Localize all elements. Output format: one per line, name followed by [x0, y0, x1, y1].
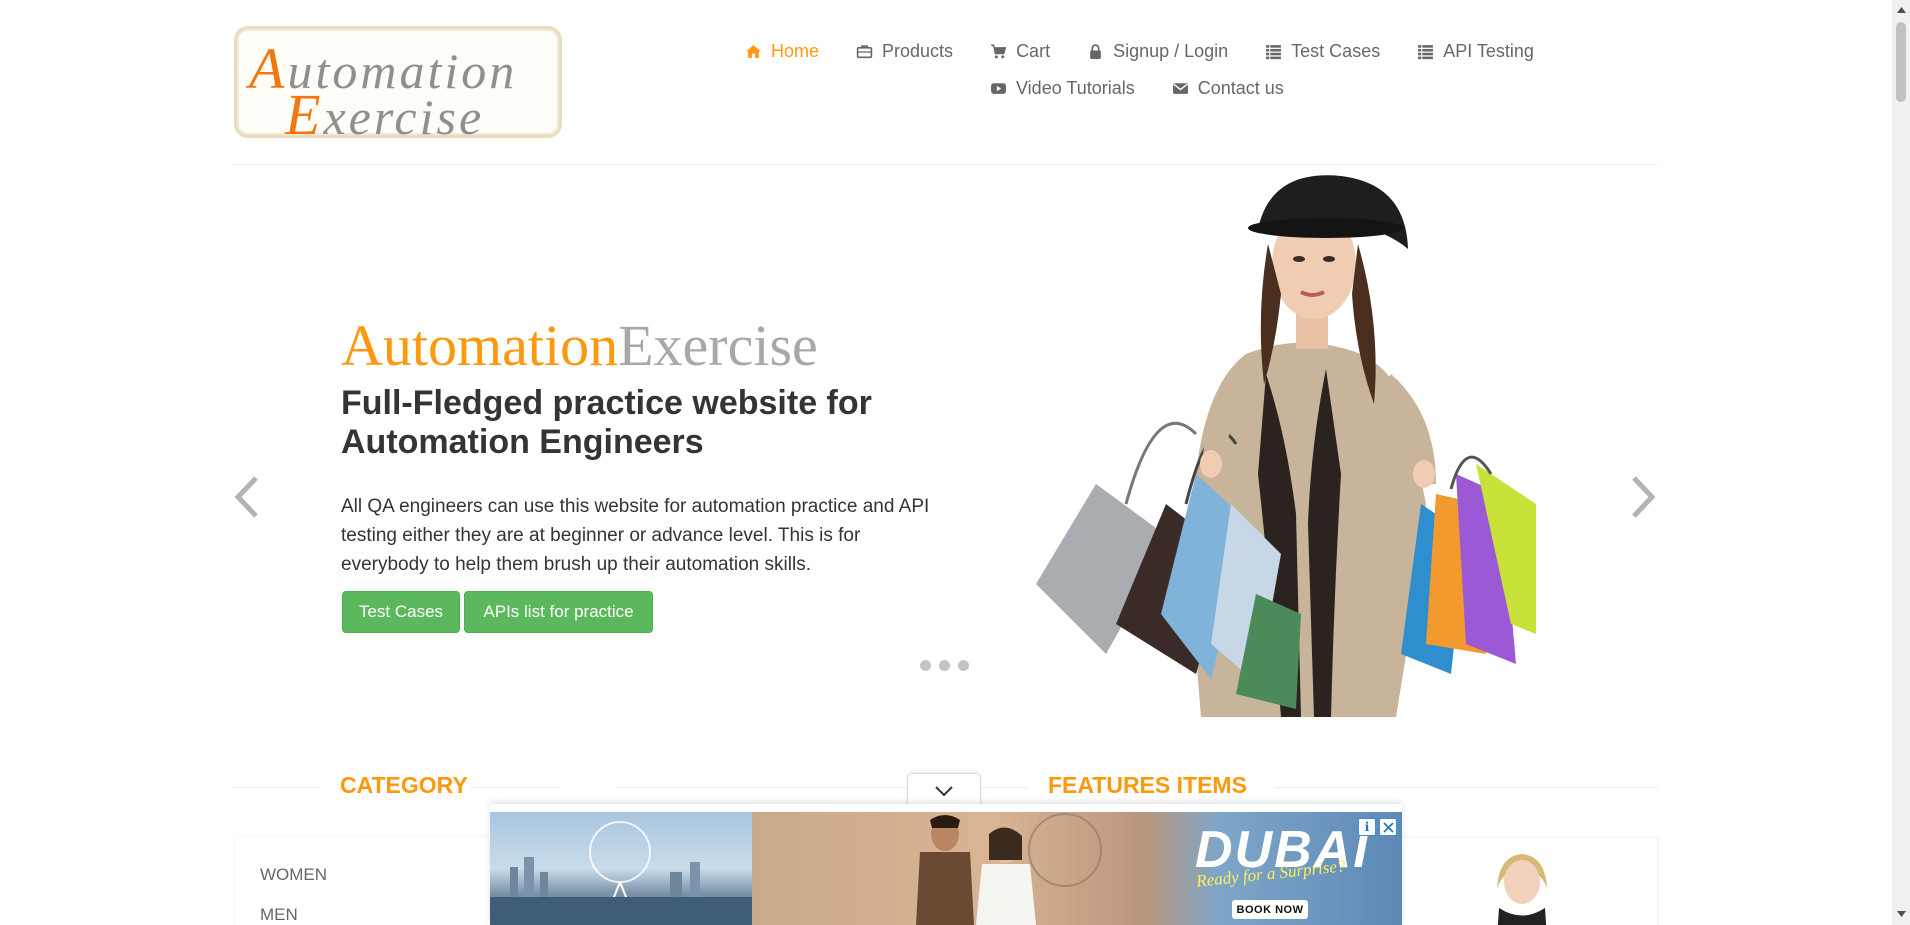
hero-title-part1: Automation [341, 313, 619, 378]
home-icon [745, 43, 762, 60]
header-divider [234, 164, 1658, 165]
lock-icon [1087, 43, 1104, 60]
ad-couple-image [916, 813, 1102, 925]
nav-item-contact-us[interactable]: Contact us [1172, 78, 1284, 99]
nav-label-contact-us: Contact us [1197, 77, 1284, 98]
nav-item-test-cases[interactable]: Test Cases [1265, 41, 1380, 62]
nav-item-signup-login[interactable]: Signup / Login [1087, 41, 1228, 62]
hero-title: AutomationExercise [341, 312, 818, 379]
caret-up-icon [1896, 7, 1906, 13]
slider-dot-2[interactable] [939, 660, 950, 671]
ad-city-image [490, 812, 752, 925]
site-logo[interactable]: Automation Exercise [234, 26, 562, 147]
ad-book-now-button[interactable]: BOOK NOW [1232, 900, 1308, 919]
briefcase-icon [856, 43, 873, 60]
nav-row-2: Video Tutorials Contact us [990, 75, 1520, 101]
hero-title-part2: Exercise [618, 313, 818, 378]
page-scrollbar[interactable] [1892, 0, 1910, 925]
nav-label-signup-login: Signup / Login [1113, 40, 1229, 61]
list-icon [1417, 43, 1434, 60]
scroll-thumb[interactable] [1896, 22, 1906, 102]
list-icon [1265, 43, 1282, 60]
ad-info-icon[interactable]: i [1358, 818, 1376, 836]
ad-banner-container: DUBAI Ready for a Surprise? BOOK NOW i [490, 804, 1402, 925]
features-items-title: FEATURES ITEMS [1048, 772, 1247, 798]
nav-item-cart[interactable]: Cart [990, 41, 1050, 62]
ad-collapse-button[interactable] [907, 773, 981, 807]
category-item-women[interactable]: WOMEN [260, 865, 327, 885]
apis-list-button[interactable]: APIs list for practice [464, 591, 653, 633]
youtube-icon [990, 80, 1007, 97]
nav-item-video-tutorials[interactable]: Video Tutorials [990, 78, 1135, 99]
cart-icon [990, 43, 1007, 60]
slider-prev-button[interactable] [232, 472, 262, 522]
nav-label-home: Home [771, 40, 820, 61]
feature-product-card[interactable] [1395, 836, 1659, 925]
category-title: CATEGORY [340, 772, 468, 798]
page: Automation Exercise Home Products Cart S… [0, 0, 1910, 925]
slider-dot-1[interactable] [920, 660, 931, 671]
slider-indicators [920, 660, 977, 671]
hero-model-image [1036, 175, 1536, 717]
nav-label-video-tutorials: Video Tutorials [1016, 77, 1135, 98]
nav-label-products: Products [882, 40, 954, 61]
logo-line-2-rest: xercise [323, 89, 485, 145]
main-nav: Home Products Cart Signup / Login Test C… [740, 38, 1534, 112]
category-rule-left [234, 787, 320, 788]
test-cases-button[interactable]: Test Cases [342, 591, 460, 633]
slider-dot-3[interactable] [958, 660, 969, 671]
nav-row-1: Home Products Cart Signup / Login Test C… [745, 38, 1534, 64]
scroll-up-arrow[interactable] [1892, 2, 1910, 18]
logo-line-2: Exercise [285, 82, 485, 147]
nav-label-cart: Cart [1016, 40, 1051, 61]
nav-label-api-testing: API Testing [1443, 40, 1534, 61]
caret-down-icon [1896, 911, 1906, 917]
nav-item-api-testing[interactable]: API Testing [1417, 41, 1534, 62]
envelope-icon [1172, 80, 1189, 97]
nav-item-products[interactable]: Products [856, 41, 953, 62]
chevron-right-icon [1632, 476, 1656, 518]
category-item-men[interactable]: MEN [260, 905, 298, 925]
chevron-left-icon [234, 476, 258, 518]
nav-item-home[interactable]: Home [745, 41, 819, 62]
category-rule-right [470, 787, 560, 788]
product-image [1497, 854, 1547, 925]
nav-label-test-cases: Test Cases [1291, 40, 1381, 61]
hero-description: All QA engineers can use this website fo… [341, 496, 930, 575]
chevron-down-icon [935, 785, 953, 796]
scroll-down-arrow[interactable] [1892, 906, 1910, 922]
ad-banner[interactable]: DUBAI Ready for a Surprise? BOOK NOW i [490, 812, 1402, 925]
close-icon [1382, 821, 1394, 833]
features-rule-right [1275, 787, 1658, 788]
hero-heading: Full-Fledged practice website for Automa… [341, 384, 872, 461]
slider-next-button[interactable] [1628, 472, 1658, 522]
ad-close-button[interactable] [1379, 818, 1397, 836]
